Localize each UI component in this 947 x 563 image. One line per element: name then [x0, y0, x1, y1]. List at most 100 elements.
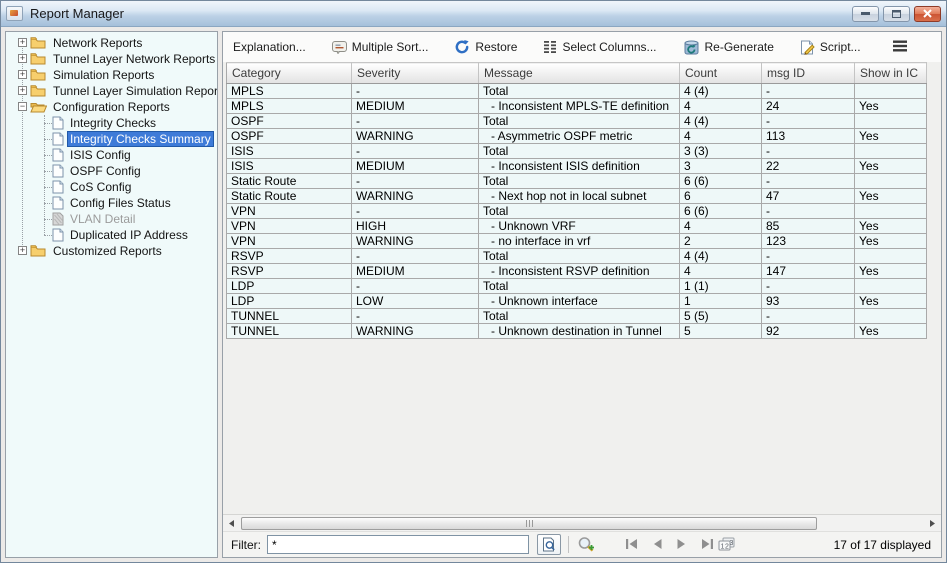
tree-item-vlan-detail[interactable]: VLAN Detail	[6, 211, 217, 227]
tree-item-label[interactable]: CoS Config	[67, 179, 134, 195]
nav-next-button[interactable]	[676, 536, 687, 553]
scroll-right-button[interactable]	[925, 516, 940, 531]
filter-input[interactable]	[267, 535, 529, 554]
table-cell: VPN	[227, 234, 352, 249]
table-cell: 47	[762, 189, 855, 204]
tree-item-tunnel-layer-network-reports[interactable]: + Tunnel Layer Network Reports	[6, 51, 217, 67]
restore-button[interactable]: Restore	[452, 37, 519, 57]
preview-filter-button[interactable]	[537, 534, 561, 555]
table-cell: MEDIUM	[352, 264, 479, 279]
tree-item-integrity-checks[interactable]: Integrity Checks	[6, 115, 217, 131]
tree-item-label[interactable]: Integrity Checks	[67, 115, 159, 131]
horizontal-scrollbar[interactable]	[223, 514, 941, 531]
minimize-button[interactable]	[852, 6, 879, 22]
advanced-search-button[interactable]	[576, 535, 596, 554]
maximize-button[interactable]	[883, 6, 910, 22]
table-cell	[855, 279, 927, 294]
table-row[interactable]: TUNNEL-Total5 (5)-	[227, 309, 927, 324]
nav-last-button[interactable]	[700, 536, 714, 553]
table-cell: -	[352, 84, 479, 99]
report-manager-window: Report Manager + Network Reports + Tunnel L…	[0, 0, 947, 563]
tree-item-label[interactable]: VLAN Detail	[67, 211, 138, 227]
overflow-menu-button[interactable]	[891, 38, 909, 57]
table-cell: Yes	[855, 189, 927, 204]
table-row[interactable]: RSVP-Total4 (4)-	[227, 249, 927, 264]
table-cell: Yes	[855, 129, 927, 144]
table-row[interactable]: VPNWARNING- no interface in vrf2123Yes	[227, 234, 927, 249]
table-cell: -	[352, 279, 479, 294]
multiple-sort-button[interactable]: Multiple Sort...	[330, 38, 431, 56]
collapse-icon[interactable]: −	[18, 102, 27, 111]
table-row[interactable]: VPNHIGH- Unknown VRF485Yes	[227, 219, 927, 234]
scroll-left-button[interactable]	[224, 516, 239, 531]
tree-item-label[interactable]: Config Files Status	[67, 195, 174, 211]
tree-item-configuration-reports[interactable]: − Configuration Reports	[6, 99, 217, 115]
table-cell	[855, 144, 927, 159]
tree-item-label[interactable]: Simulation Reports	[50, 67, 157, 83]
table-row[interactable]: ISISMEDIUM- Inconsistent ISIS definition…	[227, 159, 927, 174]
expand-icon[interactable]: +	[18, 70, 27, 79]
tree-item-ospf-config[interactable]: OSPF Config	[6, 163, 217, 179]
table-cell: 22	[762, 159, 855, 174]
scrollbar-thumb[interactable]	[241, 517, 817, 530]
go-to-page-button[interactable]: 1 2 3	[717, 536, 736, 553]
table-row[interactable]: OSPFWARNING- Asymmetric OSPF metric4113Y…	[227, 129, 927, 144]
table-row[interactable]: Static Route-Total6 (6)-	[227, 174, 927, 189]
table-row[interactable]: VPN-Total6 (6)-	[227, 204, 927, 219]
column-header-show-in-ic[interactable]: Show in IC	[855, 63, 927, 84]
column-header-msg-id[interactable]: msg ID	[762, 63, 855, 84]
tree-item-integrity-checks-summary[interactable]: Integrity Checks Summary	[6, 131, 217, 147]
table-row[interactable]: ISIS-Total3 (3)-	[227, 144, 927, 159]
tree-item-isis-config[interactable]: ISIS Config	[6, 147, 217, 163]
tree-item-simulation-reports[interactable]: + Simulation Reports	[6, 67, 217, 83]
table-row[interactable]: MPLSMEDIUM- Inconsistent MPLS-TE definit…	[227, 99, 927, 114]
expand-icon[interactable]: +	[18, 54, 27, 63]
tree-item-label[interactable]: OSPF Config	[67, 163, 144, 179]
tree-item-label[interactable]: ISIS Config	[67, 147, 134, 163]
table-row[interactable]: Static RouteWARNING- Next hop not in loc…	[227, 189, 927, 204]
column-header-message[interactable]: Message	[479, 63, 680, 84]
table-cell: -	[762, 204, 855, 219]
close-button[interactable]	[914, 6, 941, 22]
tree-item-label[interactable]: Customized Reports	[50, 243, 165, 259]
table-cell: 4	[680, 219, 762, 234]
explanation-button[interactable]: Explanation...	[231, 38, 308, 56]
tree-item-label[interactable]: Tunnel Layer Simulation Reports	[50, 83, 218, 99]
re-generate-button[interactable]: Re-Generate	[681, 38, 776, 57]
expand-icon[interactable]: +	[18, 38, 27, 47]
table-area: CategorySeverityMessageCountmsg IDShow i…	[223, 62, 941, 514]
expand-icon[interactable]: +	[18, 86, 27, 95]
script-button[interactable]: Script...	[798, 38, 863, 57]
regenerate-icon	[683, 40, 700, 55]
column-header-severity[interactable]: Severity	[352, 63, 479, 84]
table-cell: Total	[479, 249, 680, 264]
tree-item-duplicated-ip-address[interactable]: Duplicated IP Address	[6, 227, 217, 243]
scrollbar-track[interactable]	[239, 516, 925, 531]
table-cell: Total	[479, 144, 680, 159]
titlebar[interactable]: Report Manager	[1, 1, 946, 27]
tree-item-customized-reports[interactable]: + Customized Reports	[6, 243, 217, 259]
tree-item-network-reports[interactable]: + Network Reports	[6, 35, 217, 51]
select-columns-button[interactable]: Select Columns...	[541, 38, 658, 56]
tree-item-label[interactable]: Configuration Reports	[50, 99, 173, 115]
tree-item-config-files-status[interactable]: Config Files Status	[6, 195, 217, 211]
table-cell: 3 (3)	[680, 144, 762, 159]
table-row[interactable]: OSPF-Total4 (4)-	[227, 114, 927, 129]
table-cell: 113	[762, 129, 855, 144]
tree-item-label[interactable]: Integrity Checks Summary	[67, 131, 214, 147]
tree-item-label[interactable]: Network Reports	[50, 35, 145, 51]
table-row[interactable]: MPLS-Total4 (4)-	[227, 84, 927, 99]
nav-first-button[interactable]	[625, 536, 639, 553]
table-row[interactable]: RSVPMEDIUM- Inconsistent RSVP definition…	[227, 264, 927, 279]
table-row[interactable]: TUNNELWARNING- Unknown destination in Tu…	[227, 324, 927, 339]
expand-icon[interactable]: +	[18, 246, 27, 255]
tree-item-cos-config[interactable]: CoS Config	[6, 179, 217, 195]
column-header-count[interactable]: Count	[680, 63, 762, 84]
tree-item-label[interactable]: Tunnel Layer Network Reports	[50, 51, 218, 67]
column-header-category[interactable]: Category	[227, 63, 352, 84]
table-row[interactable]: LDPLOW- Unknown interface193Yes	[227, 294, 927, 309]
table-row[interactable]: LDP-Total1 (1)-	[227, 279, 927, 294]
tree-item-label[interactable]: Duplicated IP Address	[67, 227, 191, 243]
nav-previous-button[interactable]	[652, 536, 663, 553]
tree-item-tunnel-layer-simulation-reports[interactable]: + Tunnel Layer Simulation Reports	[6, 83, 217, 99]
